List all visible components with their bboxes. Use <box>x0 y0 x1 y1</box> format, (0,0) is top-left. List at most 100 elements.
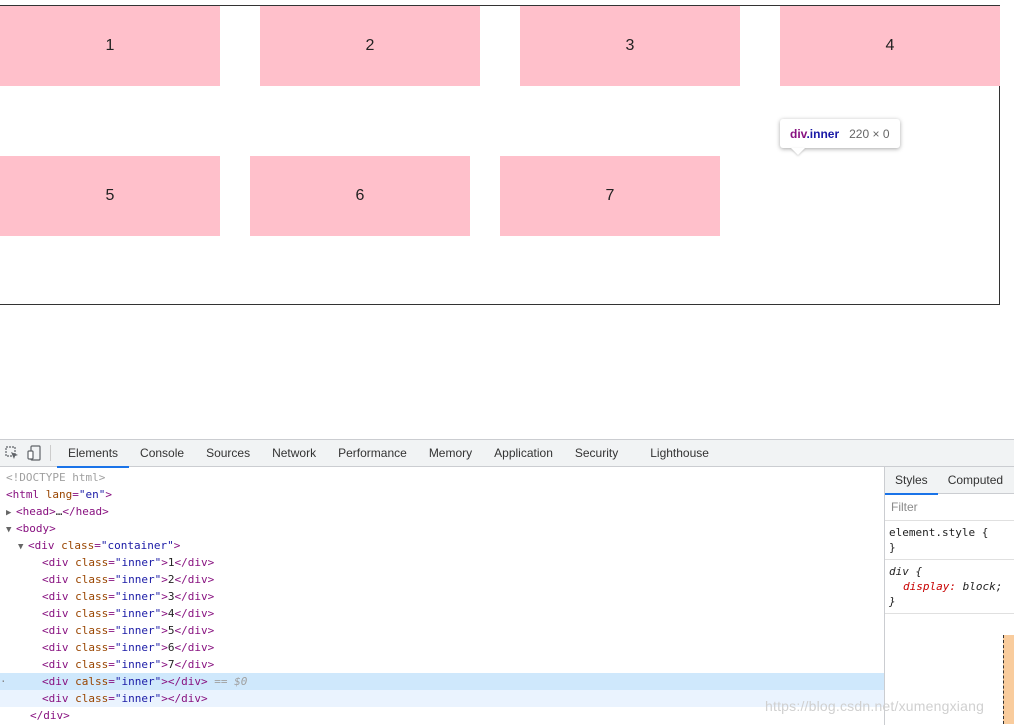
div-close: </div> <box>167 692 208 705</box>
gt: > <box>161 658 168 671</box>
lang-attr: lang <box>39 488 73 501</box>
tooltip-arrow <box>791 148 805 155</box>
tab-security[interactable]: Security <box>564 440 629 467</box>
inner-box-3: 3 <box>520 6 740 86</box>
div-close: </div> <box>174 607 215 620</box>
element-style-rule[interactable]: element.style { } <box>885 521 1014 560</box>
tab-styles[interactable]: Styles <box>885 467 938 495</box>
element-style-selector: element.style { <box>889 526 989 539</box>
inspect-element-icon[interactable] <box>2 443 22 463</box>
dom-inner-5[interactable]: <div class="inner">5</div> <box>0 622 884 639</box>
dom-container[interactable]: ▼ <div class="container"> <box>0 537 884 554</box>
inner-box-6: 6 <box>250 156 470 236</box>
class-attr: class <box>68 658 109 671</box>
dom-inner-1[interactable]: <div class="inner">1</div> <box>0 554 884 571</box>
gt: > <box>161 641 168 654</box>
tab-computed[interactable]: Computed <box>938 467 1013 494</box>
styles-filter-input[interactable]: Filter <box>885 494 1014 521</box>
eq-sign: = <box>72 488 79 501</box>
inner-val: "inner" <box>114 624 162 637</box>
inner-box-5: 5 <box>0 156 220 236</box>
div-open: <div <box>42 641 69 654</box>
eq-dollar: == $0 <box>207 675 248 688</box>
div-open: <div <box>42 607 69 620</box>
eq-sign: = <box>108 658 115 671</box>
selected-marker: · <box>0 675 7 688</box>
eq-sign: = <box>108 556 115 569</box>
tab-memory[interactable]: Memory <box>418 440 483 467</box>
tab-application[interactable]: Application <box>483 440 564 467</box>
div-close: </div> <box>167 675 208 688</box>
inner-box-7: 7 <box>500 156 720 236</box>
dom-head[interactable]: ▶ <head>…</head> <box>0 503 884 520</box>
styles-panel: Styles Computed Filter element.style { }… <box>884 467 1014 725</box>
class-attr: class <box>68 641 109 654</box>
gt: > <box>161 573 168 586</box>
dom-tree: <!DOCTYPE html> <html lang="en"> ▶ <head>… <box>0 467 884 725</box>
div-close: </div> <box>174 590 215 603</box>
gt: > <box>161 556 168 569</box>
inner-val: "inner" <box>114 573 162 586</box>
eq-sign: = <box>108 573 115 586</box>
div-open: <div <box>42 573 69 586</box>
class-attr: class <box>68 692 109 705</box>
eq-sign: = <box>108 590 115 603</box>
div-close: </div> <box>174 658 215 671</box>
dom-inner-6[interactable]: <div class="inner">6</div> <box>0 639 884 656</box>
dom-html[interactable]: <html lang="en"> <box>0 486 884 503</box>
tab-lighthouse[interactable]: Lighthouse <box>639 440 720 467</box>
inner-val: "inner" <box>114 607 162 620</box>
gt: > <box>161 607 168 620</box>
close-brace: } <box>889 595 896 608</box>
dom-inner-2[interactable]: <div class="inner">2</div> <box>0 571 884 588</box>
gt: > <box>173 539 181 552</box>
dom-inner-7[interactable]: <div class="inner">7</div> <box>0 656 884 673</box>
devtools-toolbar: Elements Console Sources Network Perform… <box>0 440 1014 468</box>
eq-sign: = <box>108 607 115 620</box>
inner-val: "inner" <box>114 658 162 671</box>
div-close: </div> <box>174 641 215 654</box>
dom-inner-4[interactable]: <div class="inner">4</div> <box>0 605 884 622</box>
tab-network[interactable]: Network <box>261 440 327 467</box>
gt: > <box>161 590 168 603</box>
div-rule[interactable]: div { display: block; } <box>885 560 1014 614</box>
dom-inner-3[interactable]: <div class="inner">3</div> <box>0 588 884 605</box>
inner-val: "inner" <box>114 675 162 688</box>
div-close: </div> <box>174 624 215 637</box>
styles-tabs: Styles Computed <box>885 467 1014 495</box>
inner-val: "inner" <box>114 692 162 705</box>
tab-console[interactable]: Console <box>129 440 195 467</box>
toolbar-separator <box>50 445 51 461</box>
dom-body[interactable]: ▼ <body> <box>0 520 884 537</box>
class-attr: class <box>68 573 109 586</box>
lang-val: "en" <box>78 488 106 501</box>
tab-performance[interactable]: Performance <box>327 440 418 467</box>
element-tooltip: div.inner 220 × 0 <box>780 119 900 148</box>
div-open: <div <box>42 556 69 569</box>
inner-box-2: 2 <box>260 6 480 86</box>
eq-sign: = <box>108 692 115 705</box>
css-prop-name: display <box>903 580 950 593</box>
calss-attr: calss <box>68 675 109 688</box>
tab-elements[interactable]: Elements <box>57 440 130 468</box>
body-open: <body> <box>16 522 56 535</box>
tooltip-size: 220 × 0 <box>849 126 890 141</box>
div-open: <div <box>28 539 55 552</box>
class-attr: class <box>54 539 95 552</box>
device-toolbar-icon[interactable] <box>24 443 44 463</box>
head-open: <head> <box>16 505 56 518</box>
class-attr: class <box>68 590 109 603</box>
div-open: <div <box>42 658 69 671</box>
class-attr: class <box>68 624 109 637</box>
container-val: "container" <box>100 539 174 552</box>
box-model-margin <box>1003 635 1014 724</box>
eq-sign: = <box>94 539 101 552</box>
dom-inner-calss-selected[interactable]: · <div calss="inner"></div> == $0 <box>0 673 884 690</box>
tab-sources[interactable]: Sources <box>195 440 261 467</box>
class-attr: class <box>68 556 109 569</box>
div-open: <div <box>42 692 69 705</box>
div-open: <div <box>42 590 69 603</box>
dom-doctype[interactable]: <!DOCTYPE html> <box>0 469 884 486</box>
dom-inner-empty[interactable]: <div class="inner"></div> <box>0 690 884 707</box>
dom-container-close[interactable]: </div> <box>0 707 884 724</box>
